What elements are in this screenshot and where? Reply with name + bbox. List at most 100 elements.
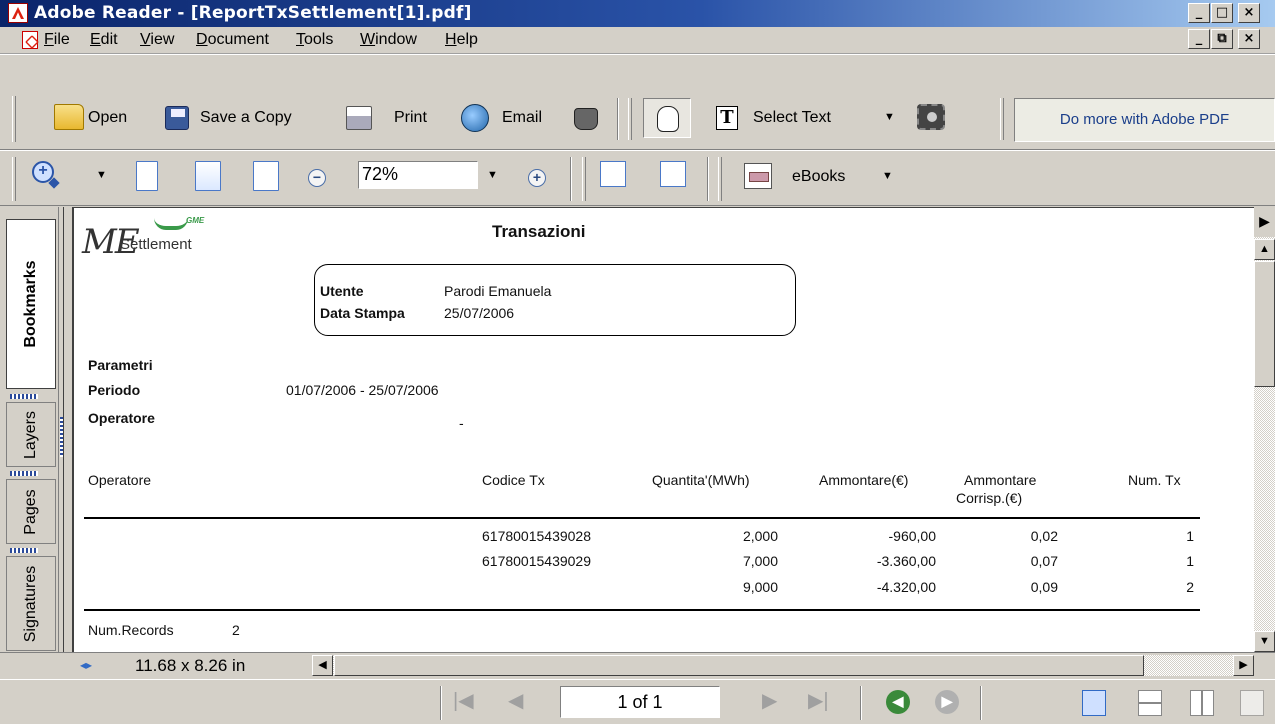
minimize-button[interactable]: _ [1188,3,1210,23]
fit-page-icon[interactable] [195,161,221,191]
vertical-scrollbar[interactable]: ▶ ▲ ▼ [1254,207,1275,652]
gme-logo-text: GME [186,216,205,225]
toolbar-view: + ▼ − 72% ▼ + eBooks ▼ [0,150,1275,206]
status-bar: |◀ ◀ 1 of 1 ▶ ▶| ◀ ▶ [0,679,1275,724]
print-label: Print [394,109,427,126]
fit-width-icon[interactable] [253,161,279,191]
chevron-down-icon[interactable]: ▼ [96,169,107,181]
go-back-icon[interactable]: ◀ [886,690,910,714]
tab-signatures[interactable]: Signatures [6,556,56,651]
rotate-clockwise-icon[interactable] [600,161,626,187]
menu-help[interactable]: Help [445,31,478,49]
page-number-field[interactable]: 1 of 1 [560,686,720,718]
scroll-left-button[interactable]: ◀ [312,655,333,676]
single-page-layout-icon[interactable] [1082,690,1106,716]
menu-tools[interactable]: Tools [296,31,333,49]
previous-page-icon[interactable]: ◀ [508,688,523,713]
doc-minimize-button[interactable]: _ [1188,29,1210,49]
document-icon[interactable] [22,31,38,49]
last-page-icon[interactable]: ▶| [808,688,829,713]
data-stampa-label: Data Stampa [320,305,405,321]
tab-grip [10,548,38,553]
menu-edit[interactable]: Edit [90,31,118,49]
menu-window[interactable]: Window [360,31,417,49]
menu-file[interactable]: File [44,31,70,49]
col-operatore: Operatore [88,472,152,488]
toolbar-grip[interactable] [718,157,722,201]
zoom-in-button[interactable]: + [528,169,546,187]
split-arrow-icon[interactable]: ▶ [1254,207,1275,237]
periodo-label: Periodo [88,382,141,398]
title-bar: Adobe Reader - [ReportTxSettlement[1].pd… [0,0,1275,27]
tab-layers[interactable]: Layers [6,402,56,467]
toolbar-grip[interactable] [628,98,632,140]
zoom-level-input[interactable]: 72% [358,161,478,189]
toolbar-grip[interactable] [12,96,16,142]
scroll-right-button[interactable]: ▶ [1233,655,1254,676]
vertical-scroll-thumb[interactable] [1254,261,1275,387]
email-globe-icon [461,104,489,132]
scroll-up-button[interactable]: ▲ [1254,239,1275,260]
open-label: Open [88,109,128,126]
select-text-button[interactable]: T Select Text ▼ [710,100,905,136]
continuous-facing-layout-icon[interactable] [1240,690,1264,716]
menu-document[interactable]: Document [196,31,269,49]
horizontal-scroll-thumb[interactable] [334,655,1144,676]
table-cell-codice: 61780015439028 [482,528,592,544]
scroll-down-button[interactable]: ▼ [1254,631,1275,652]
zoom-out-button[interactable]: − [308,169,326,187]
col-num-tx: Num. Tx [1128,472,1181,488]
tab-layers-label: Layers [22,410,39,459]
actual-size-page-icon[interactable] [136,161,158,191]
total-corrisp: 0,09 [1030,579,1058,595]
status-separator [980,686,982,720]
print-button[interactable]: Print [340,100,450,136]
hand-tool-button[interactable] [643,98,691,138]
gme-swoosh-icon [154,218,188,230]
col-quantita: Quantita'(MWh) [652,472,750,488]
email-button[interactable]: Email [455,100,565,136]
toolbar-grip[interactable] [582,157,586,201]
data-stampa-value: 25/07/2006 [444,305,515,321]
periodo-value: 01/07/2006 - 25/07/2006 [286,382,439,398]
open-button[interactable]: Open [50,100,150,136]
table-cell-codice: 61780015439029 [482,553,592,569]
chevron-down-icon[interactable]: ▼ [882,170,893,182]
zoom-dropdown-chevron-icon[interactable]: ▼ [487,169,498,181]
tab-pages-label: Pages [22,488,39,535]
snapshot-camera-icon[interactable] [917,104,945,130]
tab-pages[interactable]: Pages [6,479,56,544]
printer-icon [346,106,372,130]
toolbar-grip[interactable] [12,157,16,201]
rotate-counterclockwise-icon[interactable] [660,161,686,187]
doc-restore-button[interactable]: ⧉ [1211,29,1233,49]
chevron-down-icon[interactable]: ▼ [884,111,895,123]
next-page-icon[interactable]: ▶ [762,688,777,713]
facing-layout-icon[interactable] [1190,690,1214,716]
page-size-label: 11.68 x 8.26 in [135,656,246,675]
maximize-button[interactable]: □ [1211,3,1233,23]
first-page-icon[interactable]: |◀ [453,688,474,713]
toolbar-grip[interactable] [1000,98,1004,140]
adobe-reader-icon[interactable] [8,3,28,23]
save-copy-button[interactable]: Save a Copy [155,100,315,136]
doc-close-button[interactable]: × [1238,29,1260,49]
menu-view[interactable]: View [140,31,174,49]
ebooks-icon [744,163,772,189]
close-button[interactable]: × [1238,3,1260,23]
col-ammontare: Ammontare(€) [819,472,909,488]
tab-bookmarks[interactable]: Bookmarks [6,219,56,389]
search-binoculars-icon[interactable] [574,108,598,130]
resize-handle-icon[interactable]: ◂▸ [80,658,92,672]
document-view[interactable]: ME Settlement GME Transazioni Utente Par… [72,207,1254,652]
num-records-label: Num.Records [88,622,174,638]
adobe-promo-button[interactable]: Do more with Adobe PDF [1014,98,1275,142]
table-cell-num: 1 [1186,553,1194,569]
toolbar-separator [707,157,709,201]
continuous-layout-icon[interactable] [1138,690,1162,716]
user-info-box [314,264,796,336]
ebooks-button[interactable]: eBooks ▼ [740,159,900,195]
window-title: Adobe Reader - [ReportTxSettlement[1].pd… [34,3,472,23]
go-forward-icon[interactable]: ▶ [935,690,959,714]
horizontal-scrollbar[interactable]: ◀ ▶ [312,655,1254,676]
